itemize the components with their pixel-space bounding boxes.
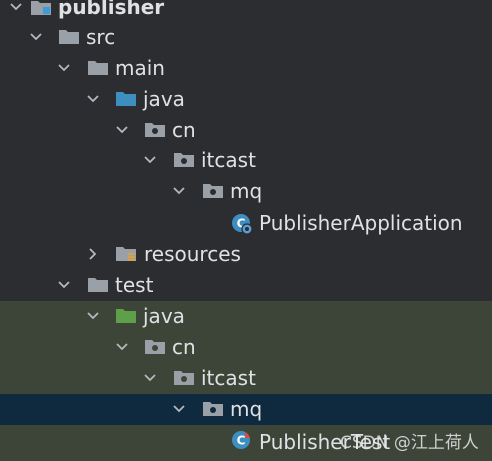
folder-icon xyxy=(87,275,109,295)
package-icon xyxy=(202,181,224,201)
tree-node-main[interactable]: main xyxy=(0,53,492,84)
tree-node-test[interactable]: test xyxy=(0,270,492,301)
tree-node-label: mq xyxy=(230,179,263,203)
chevron-down-icon[interactable] xyxy=(85,91,101,107)
tree-node-cn[interactable]: cn xyxy=(0,115,492,146)
package-icon xyxy=(144,120,166,140)
chevron-down-icon[interactable] xyxy=(171,401,187,417)
tree-node-mq-test[interactable]: mq xyxy=(0,394,492,425)
tree-node-label: src xyxy=(86,25,116,49)
chevron-down-icon[interactable] xyxy=(85,308,101,324)
tree-node-resources[interactable]: resources xyxy=(0,239,492,270)
tree-node-cn-test[interactable]: cn xyxy=(0,332,492,363)
tree-node-java-test[interactable]: java xyxy=(0,301,492,332)
tree-node-itcast[interactable]: itcast xyxy=(0,145,492,176)
folder-icon xyxy=(58,27,80,47)
tree-node-mq[interactable]: mq xyxy=(0,176,492,207)
tree-node-src[interactable]: src xyxy=(0,22,492,53)
test-root-folder-icon xyxy=(115,306,137,326)
tree-node-label: cn xyxy=(172,335,196,359)
chevron-down-icon[interactable] xyxy=(114,122,130,138)
test-class-icon: C xyxy=(231,430,253,450)
tree-node-label: java xyxy=(143,304,185,328)
watermark: CSDN @江上荷人 xyxy=(340,433,479,453)
package-icon xyxy=(173,150,195,170)
chevron-down-icon[interactable] xyxy=(8,0,24,15)
tree-node-publisher[interactable]: publisher xyxy=(0,0,492,23)
project-tree: publisher src main java cn itcast mq C P… xyxy=(0,0,492,461)
chevron-down-icon[interactable] xyxy=(142,152,158,168)
module-folder-icon xyxy=(30,0,52,17)
package-icon xyxy=(202,399,224,419)
tree-node-label: mq xyxy=(230,397,263,421)
tree-node-label: java xyxy=(143,87,185,111)
resources-folder-icon xyxy=(115,244,137,264)
spring-boot-class-icon: C xyxy=(231,213,253,235)
folder-icon xyxy=(87,58,109,78)
chevron-down-icon[interactable] xyxy=(114,339,130,355)
chevron-down-icon[interactable] xyxy=(171,183,187,199)
tree-node-label: test xyxy=(115,273,154,297)
package-icon xyxy=(173,368,195,388)
tree-node-label: publisher xyxy=(58,0,165,19)
tree-node-label: main xyxy=(115,56,165,80)
chevron-down-icon[interactable] xyxy=(28,29,44,45)
tree-node-publisher-application[interactable]: C PublisherApplication xyxy=(0,208,492,239)
chevron-down-icon[interactable] xyxy=(56,277,72,293)
tree-node-label: PublisherApplication xyxy=(259,211,463,235)
tree-node-label: itcast xyxy=(201,366,256,390)
svg-text:C: C xyxy=(237,434,246,448)
tree-node-java-source[interactable]: java xyxy=(0,84,492,115)
chevron-down-icon[interactable] xyxy=(142,370,158,386)
package-icon xyxy=(144,337,166,357)
tree-node-label: itcast xyxy=(201,148,256,172)
tree-node-itcast-test[interactable]: itcast xyxy=(0,363,492,394)
chevron-down-icon[interactable] xyxy=(56,60,72,76)
chevron-right-icon[interactable] xyxy=(85,246,101,262)
source-root-folder-icon xyxy=(115,89,137,109)
tree-node-label: cn xyxy=(172,118,196,142)
tree-node-label: resources xyxy=(144,242,241,266)
